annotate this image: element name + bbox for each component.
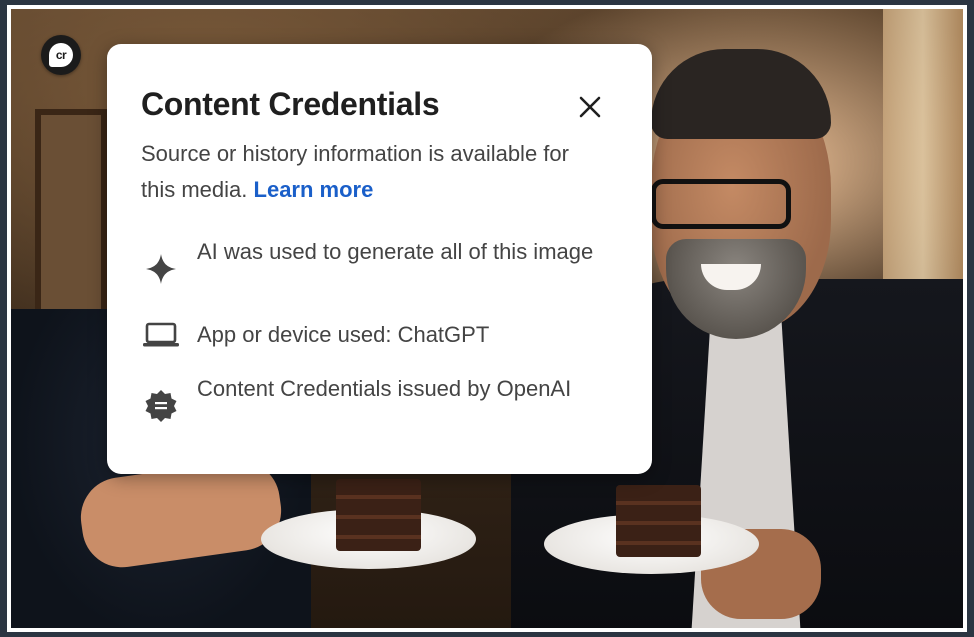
sparkle-icon xyxy=(141,249,181,289)
credential-item-text: Content Credentials issued by OpenAI xyxy=(197,376,572,401)
learn-more-link[interactable]: Learn more xyxy=(254,177,374,202)
cr-logo-icon: cr xyxy=(49,43,73,67)
right-person-glasses xyxy=(651,179,791,229)
cake-slice-left xyxy=(336,479,421,551)
content-credentials-badge-button[interactable]: cr xyxy=(41,35,81,75)
ai-generated-photo: cr Content Credentials Source or history… xyxy=(11,9,963,628)
credential-item-issuer: Content Credentials issued by OpenAI xyxy=(141,374,611,426)
popup-title: Content Credentials xyxy=(141,86,440,122)
credential-item-text: App or device used: ChatGPT xyxy=(197,322,490,347)
laptop-icon xyxy=(141,315,181,355)
credential-item-app-device: App or device used: ChatGPT xyxy=(141,320,611,355)
image-frame: cr Content Credentials Source or history… xyxy=(7,5,967,632)
credential-item-ai-generated: AI was used to generate all of this imag… xyxy=(141,237,611,289)
right-person-hair xyxy=(651,49,831,139)
certificate-badge-icon xyxy=(141,386,181,426)
wall-picture-frame xyxy=(35,109,107,341)
popup-description: Source or history information is availab… xyxy=(141,136,581,208)
close-button[interactable] xyxy=(573,90,607,124)
close-icon xyxy=(579,96,601,118)
credential-item-text: AI was used to generate all of this imag… xyxy=(197,239,594,264)
cake-slice-right xyxy=(616,485,701,557)
content-credentials-popup: Content Credentials Source or history in… xyxy=(107,44,652,474)
